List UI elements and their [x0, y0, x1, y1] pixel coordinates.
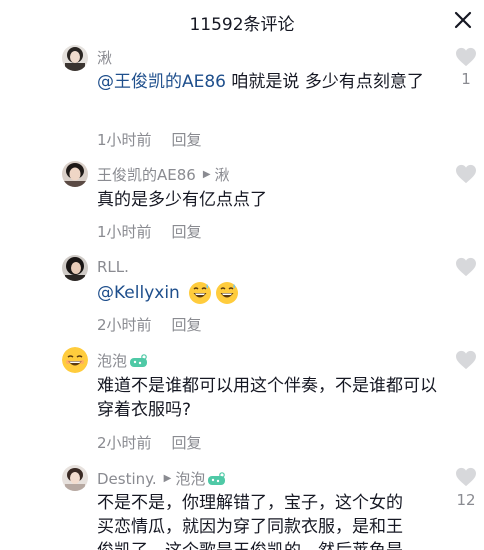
reply-button[interactable]: 回复 — [172, 223, 202, 241]
comment-count-title: 11592条评论 — [189, 15, 295, 35]
like-count: 12 — [456, 491, 476, 509]
comment-meta: 2小时前 回复 — [97, 432, 202, 453]
reply-arrow-icon: ▶ — [202, 169, 211, 180]
comment-author[interactable]: 泡泡 — [97, 350, 149, 371]
like-count: 1 — [461, 70, 471, 88]
reply-to-name[interactable]: 湫 — [215, 164, 230, 185]
comments-header: 11592条评论 — [0, 0, 484, 40]
comment-text: @Kellyxin — [97, 281, 442, 305]
heart-icon[interactable] — [455, 257, 477, 277]
comment-body: 咱就是说 多少有点刻意了 — [226, 72, 424, 92]
comment-meta: 2小时前 回复 — [97, 314, 202, 335]
avatar[interactable] — [62, 347, 88, 373]
timestamp: 2小时前 — [97, 434, 152, 452]
timestamp: 2小时前 — [97, 316, 152, 334]
author-name[interactable]: 泡泡 — [97, 350, 127, 371]
soap-icon — [130, 353, 148, 367]
reply-arrow-icon: ▶ — [163, 473, 172, 484]
reply-button[interactable]: 回复 — [172, 131, 202, 149]
comment-author[interactable]: 湫 — [97, 47, 112, 68]
soap-icon — [208, 471, 226, 485]
comment-author[interactable]: Destiny. ▶ 泡泡 — [97, 468, 227, 489]
avatar[interactable] — [62, 255, 88, 281]
author-name[interactable]: Destiny. — [97, 470, 157, 488]
heart-icon[interactable] — [455, 350, 477, 370]
comment-meta: 1小时前 回复 — [97, 129, 202, 150]
reply-to-name[interactable]: 泡泡 — [175, 468, 205, 489]
comment-line: 买恋情瓜，就因为穿了同款衣服，是和王 — [97, 517, 403, 537]
close-icon[interactable] — [452, 9, 474, 31]
comment-author[interactable]: 王俊凯的AE86 ▶ 湫 — [97, 164, 230, 185]
mention-link[interactable]: @王俊凯的AE86 — [97, 72, 226, 92]
comment-line: 不是不是，你理解错了，宝子，这个女的 — [97, 493, 403, 513]
timestamp: 1小时前 — [97, 131, 152, 149]
heart-icon[interactable] — [455, 47, 477, 67]
author-name[interactable]: 湫 — [97, 47, 112, 68]
comment-author[interactable]: RLL. — [97, 258, 129, 276]
grinning-sweat-emoji-icon — [216, 282, 239, 304]
comment-text: @王俊凯的AE86 咱就是说 多少有点刻意了 — [97, 70, 442, 94]
comment-text: 不是不是，你理解错了，宝子，这个女的 买恋情瓜，就因为穿了同款衣服，是和王 俊凯… — [97, 491, 442, 550]
comment-body: 真的是多少有亿点点了 — [97, 190, 267, 210]
reply-button[interactable]: 回复 — [172, 316, 202, 334]
comment-body: 难道不是谁都可以用这个伴奏，不是谁都可以穿着衣服吗? — [97, 376, 437, 420]
comment-meta: 1小时前 回复 — [97, 221, 202, 242]
comment-line: 俊凯了，这个歌是王俊凯的，然后莱鱼是 — [97, 539, 442, 550]
avatar[interactable] — [62, 161, 88, 187]
author-name[interactable]: RLL. — [97, 258, 129, 276]
timestamp: 1小时前 — [97, 223, 152, 241]
avatar[interactable] — [62, 45, 88, 71]
avatar[interactable] — [62, 465, 88, 491]
grinning-sweat-emoji-icon — [189, 282, 212, 304]
reply-button[interactable]: 回复 — [172, 434, 202, 452]
author-name[interactable]: 王俊凯的AE86 — [97, 164, 196, 185]
mention-link[interactable]: @Kellyxin — [97, 283, 180, 303]
heart-icon[interactable] — [455, 164, 477, 184]
heart-icon[interactable] — [455, 467, 477, 487]
